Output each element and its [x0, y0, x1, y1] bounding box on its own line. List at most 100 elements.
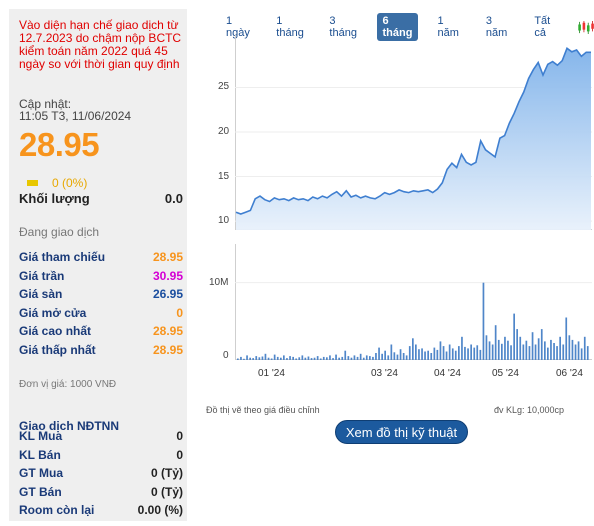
volume-bar	[286, 358, 288, 360]
volume-bar	[412, 338, 414, 360]
volume-bar	[445, 351, 448, 360]
volume-bar	[504, 336, 506, 360]
volume-bar	[261, 356, 264, 360]
volume-bar	[341, 356, 344, 360]
foreign-row: KL Mua 0	[19, 429, 183, 443]
price-row-value: 0	[176, 305, 183, 320]
foreign-row-label: Room còn lại	[19, 503, 95, 517]
volume-y-tick: 10M	[209, 276, 229, 288]
volume-bar	[270, 358, 273, 360]
x-axis-tick: 03 '24	[371, 368, 398, 379]
current-price: 28.95	[19, 126, 100, 163]
volume-bar	[240, 356, 242, 360]
volume-bar	[497, 339, 500, 360]
volume-bar	[436, 349, 439, 360]
volume-bar	[390, 344, 393, 360]
price-row-label: Giá sàn	[19, 287, 63, 301]
price-row: Giá cao nhất 28.95	[19, 324, 183, 338]
volume-bar	[562, 344, 565, 360]
volume-bar	[304, 357, 307, 360]
volume-bar	[249, 357, 251, 360]
volume-chart	[235, 244, 592, 360]
foreign-row: KL Bán 0	[19, 448, 183, 462]
volume-label: Khối lượng	[19, 191, 90, 206]
price-row-value: 28.95	[152, 342, 183, 357]
price-unit-note: Đơn vị giá: 1000 VNĐ	[19, 379, 117, 390]
volume-bar	[237, 358, 239, 360]
volume-bar	[255, 356, 258, 360]
volume-bar	[439, 341, 442, 360]
foreign-row: GT Mua 0 (Tỷ)	[19, 466, 183, 480]
volume-bar	[356, 356, 359, 360]
volume-bar	[381, 353, 383, 360]
stock-info-panel: Vào diện hạn chế giao dịch từ 12.7.2023 …	[9, 9, 187, 521]
volume-bar	[451, 348, 454, 360]
no-change-icon	[27, 180, 38, 186]
price-row-label: Giá tham chiếu	[19, 250, 106, 264]
volume-bar	[415, 344, 417, 360]
volume-bar	[553, 343, 555, 360]
price-row-label: Giá thấp nhất	[19, 342, 96, 357]
volume-bar	[399, 349, 402, 360]
x-axis-tick: 04 '24	[434, 368, 461, 379]
foreign-row-label: KL Mua	[19, 429, 63, 443]
volume-value: 0.0	[164, 191, 183, 206]
volume-bar	[378, 347, 380, 360]
volume-row: Khối lượng 0.0	[19, 191, 183, 206]
volume-bar	[313, 357, 316, 360]
volume-bar	[454, 350, 457, 360]
price-row: Giá trần 30.95	[19, 269, 183, 283]
volume-bar	[393, 352, 396, 360]
price-row-label: Giá trần	[19, 268, 65, 283]
foreign-row-label: GT Mua	[19, 466, 63, 480]
volume-bar	[559, 336, 561, 360]
volume-bar	[289, 356, 291, 360]
volume-bar	[433, 347, 436, 360]
volume-bar	[448, 344, 451, 360]
volume-bar	[369, 356, 371, 360]
volume-bar	[243, 358, 245, 360]
volume-bar	[316, 356, 319, 360]
volume-bar	[258, 357, 261, 360]
candlestick-chart-icon[interactable]	[577, 19, 594, 36]
volume-bar	[464, 346, 466, 360]
volume-bar	[513, 313, 515, 360]
volume-bar	[319, 358, 322, 360]
volume-bar	[424, 351, 426, 360]
volume-bar	[387, 355, 390, 360]
volume-bar	[396, 354, 399, 360]
price-row-value: 30.95	[152, 268, 183, 283]
volume-bar	[418, 349, 420, 360]
volume-bar	[280, 357, 282, 360]
price-row-label: Giá mở cửa	[19, 305, 87, 320]
x-axis-tick: 01 '24	[258, 368, 285, 379]
volume-bar	[442, 346, 445, 360]
foreign-row-label: KL Bán	[19, 447, 61, 462]
volume-bar	[568, 335, 571, 360]
volume-bar	[540, 329, 543, 360]
volume-bar	[365, 355, 368, 360]
technical-chart-button[interactable]: Xem đồ thị kỹ thuật	[335, 420, 468, 444]
foreign-row: GT Bán 0 (Tỷ)	[19, 485, 183, 499]
volume-bar	[359, 353, 362, 360]
volume-bar	[583, 336, 586, 360]
volume-bar	[473, 347, 476, 360]
volume-bar	[350, 357, 353, 360]
volume-bar	[252, 358, 254, 360]
volume-bar	[482, 282, 485, 360]
volume-bar	[574, 344, 577, 360]
volume-bar	[485, 335, 488, 360]
foreign-row-value: 0	[176, 447, 183, 462]
volume-bar	[528, 346, 531, 360]
volume-bar	[519, 336, 522, 360]
volume-bar	[461, 336, 463, 360]
volume-bar	[307, 356, 310, 360]
volume-bar	[375, 353, 377, 360]
volume-bar	[547, 347, 549, 360]
volume-bar	[531, 332, 534, 360]
volume-bar	[276, 356, 279, 360]
volume-bar	[344, 350, 347, 360]
volume-bar	[488, 341, 491, 360]
volume-bar	[408, 346, 411, 360]
volume-bar	[479, 349, 482, 360]
